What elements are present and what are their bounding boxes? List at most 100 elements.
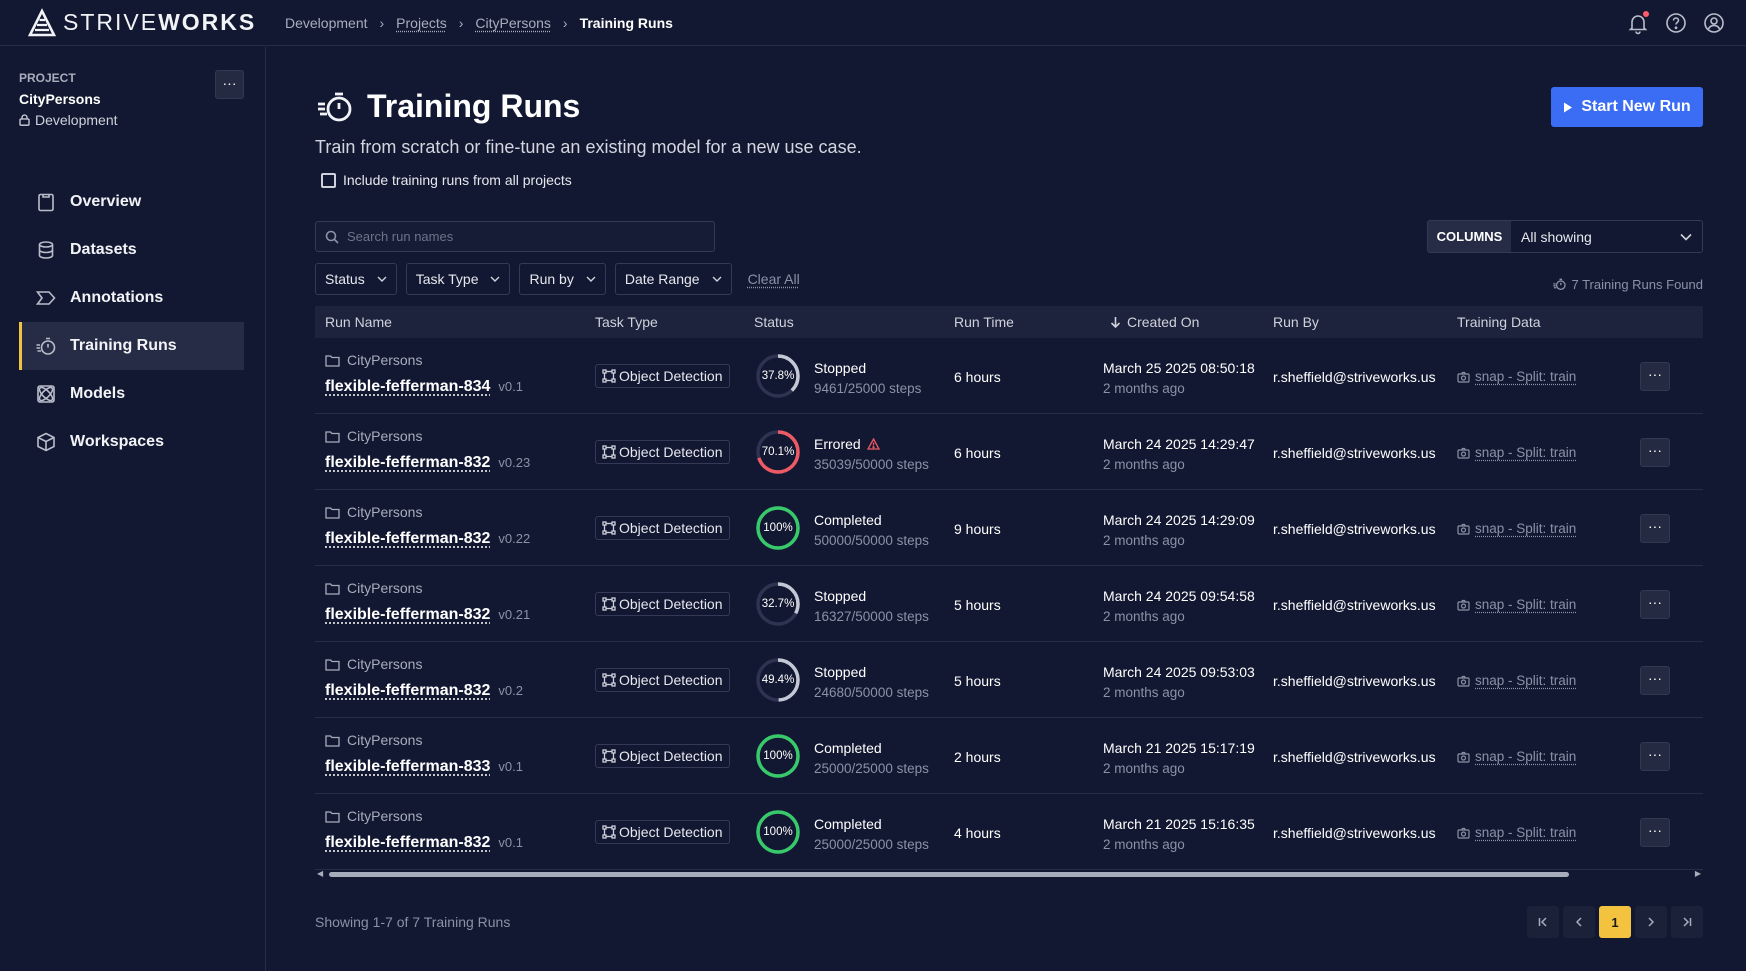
bounding-box-icon: [602, 521, 616, 535]
filter-task-type[interactable]: Task Type: [405, 263, 511, 295]
columns-select[interactable]: All showing: [1511, 221, 1702, 252]
header-training-data[interactable]: Training Data: [1457, 314, 1541, 330]
sidebar-item-overview[interactable]: Overview: [19, 178, 244, 226]
filter-date-range[interactable]: Date Range: [614, 263, 732, 295]
brand-logo[interactable]: STRIVEWORKS: [27, 7, 285, 38]
chevron-down-icon: [490, 276, 500, 282]
filter-status[interactable]: Status: [315, 263, 397, 295]
run-name-cell: flexible-fefferman-834 v0.1: [325, 378, 523, 396]
table-row[interactable]: CityPersons flexible-fefferman-832 v0.2 Obj…: [315, 642, 1703, 718]
row-actions-button[interactable]: ···: [1640, 742, 1670, 771]
run-name-link[interactable]: flexible-fefferman-832: [325, 606, 490, 624]
play-icon: [1564, 102, 1573, 112]
scroll-left-icon[interactable]: ◀: [317, 869, 323, 878]
sidebar-item-models[interactable]: Models: [19, 370, 244, 418]
run-name-link[interactable]: flexible-fefferman-832: [325, 454, 490, 472]
top-bar: STRIVEWORKS Development › Projects › Cit…: [0, 0, 1746, 46]
training-data-link[interactable]: snap - Split: train: [1475, 825, 1576, 840]
run-name-link[interactable]: flexible-fefferman-832: [325, 682, 490, 700]
table-row[interactable]: CityPersons flexible-fefferman-832 v0.1 Obj…: [315, 794, 1703, 870]
run-name-link[interactable]: flexible-fefferman-832: [325, 530, 490, 548]
table-row[interactable]: CityPersons flexible-fefferman-833 v0.1 Obj…: [315, 718, 1703, 794]
camera-icon: [1457, 371, 1470, 383]
brand-name: STRIVEWORKS: [63, 9, 257, 35]
bounding-box-icon: [602, 673, 616, 687]
row-actions-button[interactable]: ···: [1640, 438, 1670, 467]
progress-ring: 100%: [754, 732, 802, 780]
breadcrumb-projects[interactable]: Projects: [396, 15, 447, 31]
table-row[interactable]: CityPersons flexible-fefferman-832 v0.23 Ob…: [315, 414, 1703, 490]
run-name-cell: flexible-fefferman-832 v0.2: [325, 682, 523, 700]
previous-page-button[interactable]: [1563, 906, 1595, 938]
row-actions-button[interactable]: ···: [1640, 362, 1670, 391]
status-label: Stopped: [814, 664, 867, 680]
scrollbar-thumb[interactable]: [329, 872, 1569, 877]
header-run-by[interactable]: Run By: [1273, 314, 1319, 330]
row-actions-button[interactable]: ···: [1640, 818, 1670, 847]
training-data: snap - Split: train: [1457, 749, 1576, 764]
atom-icon: [37, 385, 55, 403]
run-by: r.sheffield@striveworks.us: [1273, 521, 1436, 537]
sidebar-item-workspaces[interactable]: Workspaces: [19, 418, 244, 466]
scroll-right-icon[interactable]: ▶: [1695, 869, 1701, 878]
training-data-link[interactable]: snap - Split: train: [1475, 445, 1576, 460]
sidebar-item-training-runs[interactable]: Training Runs: [19, 322, 244, 370]
include-all-projects-checkbox[interactable]: [321, 172, 336, 188]
progress-ring: 37.8%: [754, 352, 802, 400]
folder-icon: [325, 582, 340, 595]
horizontal-scrollbar[interactable]: ◀ ▶: [315, 869, 1703, 879]
table-row[interactable]: CityPersons flexible-fefferman-832 v0.22 Ob…: [315, 490, 1703, 566]
training-data-link[interactable]: snap - Split: train: [1475, 369, 1576, 384]
results-count: 7 Training Runs Found: [1552, 277, 1703, 292]
cube-icon: [37, 432, 55, 452]
table-row[interactable]: CityPersons flexible-fefferman-834 v0.1 Obj…: [315, 338, 1703, 414]
training-data-link[interactable]: snap - Split: train: [1475, 521, 1576, 536]
user-account-button[interactable]: [1702, 11, 1726, 35]
clear-all-link[interactable]: Clear All: [748, 271, 800, 287]
training-data-link[interactable]: snap - Split: train: [1475, 597, 1576, 612]
header-run-time[interactable]: Run Time: [954, 314, 1014, 330]
sidebar-nav: Overview Datasets Annotations Training R…: [19, 178, 244, 466]
help-button[interactable]: [1664, 11, 1688, 35]
header-status[interactable]: Status: [754, 314, 794, 330]
created-relative: 2 months ago: [1103, 609, 1185, 624]
last-page-button[interactable]: [1671, 906, 1703, 938]
run-version: v0.1: [498, 759, 523, 774]
breadcrumb-development[interactable]: Development: [285, 15, 368, 31]
search-icon: [325, 230, 339, 244]
run-name-link[interactable]: flexible-fefferman-833: [325, 758, 490, 776]
breadcrumb-project[interactable]: CityPersons: [475, 15, 550, 31]
run-name-link[interactable]: flexible-fefferman-834: [325, 378, 490, 396]
sidebar-item-datasets[interactable]: Datasets: [19, 226, 244, 274]
search-input[interactable]: [347, 229, 697, 244]
columns-selector[interactable]: COLUMNS All showing: [1427, 220, 1703, 253]
project-menu-button[interactable]: ···: [215, 70, 244, 99]
row-actions-button[interactable]: ···: [1640, 590, 1670, 619]
header-task-type[interactable]: Task Type: [595, 314, 658, 330]
start-new-run-button[interactable]: Start New Run: [1551, 87, 1703, 127]
next-page-button[interactable]: [1635, 906, 1667, 938]
task-type-badge: Object Detection: [595, 668, 730, 692]
training-runs-table: Run Name Task Type Status Run Time Creat…: [315, 306, 1703, 870]
row-actions-button[interactable]: ···: [1640, 666, 1670, 695]
header-run-name[interactable]: Run Name: [325, 314, 392, 330]
filter-run-by[interactable]: Run by: [519, 263, 606, 295]
status-label: Completed: [814, 740, 882, 756]
run-name-link[interactable]: flexible-fefferman-832: [325, 834, 490, 852]
run-by: r.sheffield@striveworks.us: [1273, 597, 1436, 613]
include-all-projects-toggle[interactable]: Include training runs from all projects: [321, 172, 572, 188]
header-created-on[interactable]: Created On: [1110, 314, 1199, 330]
run-name-cell: flexible-fefferman-832 v0.22: [325, 530, 530, 548]
training-data-link[interactable]: snap - Split: train: [1475, 749, 1576, 764]
clipboard-icon: [38, 193, 54, 212]
sidebar-item-annotations[interactable]: Annotations: [19, 274, 244, 322]
first-page-button[interactable]: [1527, 906, 1559, 938]
status-steps: 16327/50000 steps: [814, 609, 929, 624]
page-number-button[interactable]: 1: [1599, 906, 1631, 938]
run-version: v0.22: [498, 531, 531, 546]
table-row[interactable]: CityPersons flexible-fefferman-832 v0.21 Ob…: [315, 566, 1703, 642]
training-data-link[interactable]: snap - Split: train: [1475, 673, 1576, 688]
row-actions-button[interactable]: ···: [1640, 514, 1670, 543]
progress-percent: 100%: [763, 826, 793, 838]
notifications-button[interactable]: [1626, 11, 1650, 35]
